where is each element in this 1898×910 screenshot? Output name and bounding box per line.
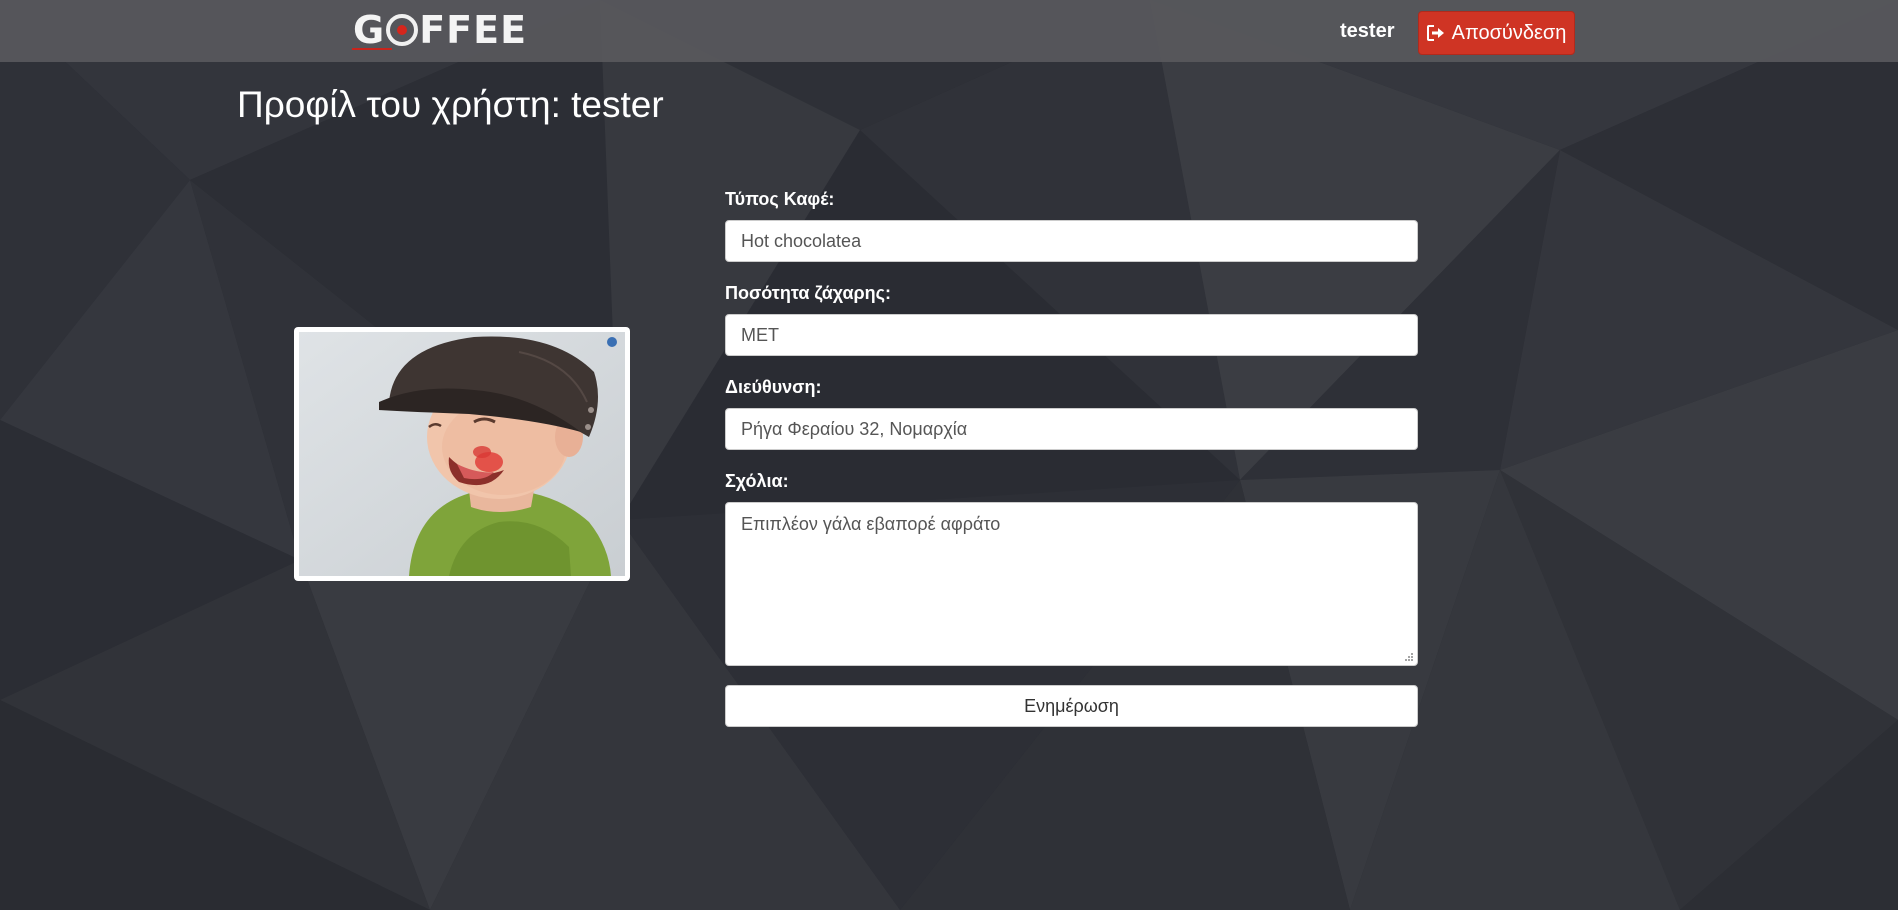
nav-username[interactable]: tester: [1340, 20, 1394, 43]
goffee-logo[interactable]: G FFEE: [353, 8, 528, 52]
sugar-value: ΜΕΤ: [741, 324, 779, 345]
update-button[interactable]: Ενημέρωση: [725, 685, 1418, 727]
coffee-type-label: Τύπος Καφέ:: [725, 189, 835, 209]
address-input[interactable]: Ρήγα Φεραίου 32, Νομαρχία: [725, 408, 1418, 450]
comments-textarea[interactable]: Επιπλέον γάλα εβαπορέ αφράτο: [725, 502, 1418, 666]
sugar-label: Ποσότητα ζάχαρης:: [725, 283, 892, 303]
profile-picture: [294, 327, 630, 581]
sign-out-icon: [1426, 25, 1444, 41]
profile-form: Τύπος Καφέ: Hot chocolatea Ποσότητα ζάχα…: [725, 188, 1418, 727]
top-navbar: G FFEE tester Αποσύνδεση: [0, 0, 1898, 62]
coffee-type-value: Hot chocolatea: [741, 230, 862, 251]
coffee-bean-o-icon: [386, 14, 419, 46]
logout-label: Αποσύνδεση: [1451, 21, 1567, 44]
logo-text-end: FFEE: [419, 8, 528, 52]
comments-label: Σχόλια:: [725, 471, 789, 491]
address-value: Ρήγα Φεραίου 32, Νομαρχία: [741, 418, 968, 439]
comments-value: Επιπλέον γάλα εβαπορέ αφράτο: [741, 514, 1001, 534]
resize-grip-icon[interactable]: [1403, 651, 1414, 662]
logo-text-start: G: [353, 8, 386, 52]
logout-button[interactable]: Αποσύνδεση: [1418, 11, 1575, 55]
address-label: Διεύθυνση:: [725, 377, 822, 397]
sugar-input[interactable]: ΜΕΤ: [725, 314, 1418, 356]
profile-photo: [299, 332, 625, 576]
page-title: Προφίλ του χρήστη: tester: [237, 84, 664, 125]
coffee-type-input[interactable]: Hot chocolatea: [725, 220, 1418, 262]
logo-accent-line: [352, 48, 392, 50]
